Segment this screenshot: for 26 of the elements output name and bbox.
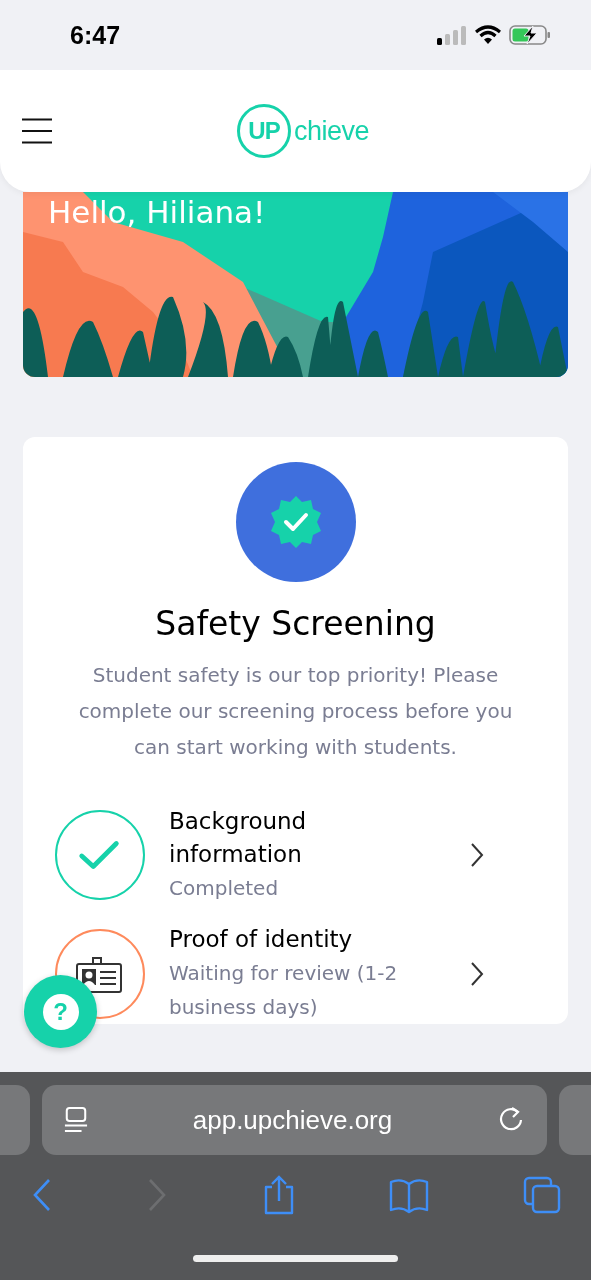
step-title: Proof of identity (169, 925, 354, 954)
check-circle-icon (55, 810, 145, 900)
step-status: Waiting for review (1-2 business days) (169, 960, 399, 1021)
status-time: 6:47 (70, 20, 121, 50)
address-bar[interactable]: app.upchieve.org (42, 1085, 547, 1155)
step-title: Background information (169, 807, 308, 869)
chevron-right-icon (470, 842, 484, 868)
card-title: Safety Screening (155, 604, 436, 643)
battery-icon (509, 25, 551, 45)
tabs-icon (522, 1176, 561, 1214)
bookmarks-button[interactable] (389, 1176, 429, 1214)
book-icon (389, 1176, 429, 1214)
tab-preview[interactable] (559, 1085, 591, 1155)
menu-icon (22, 118, 52, 144)
forward-icon (146, 1178, 168, 1212)
step-status: Completed (169, 875, 280, 902)
menu-button[interactable] (22, 118, 52, 144)
tab-preview[interactable] (0, 1085, 30, 1155)
forward-button[interactable] (146, 1178, 168, 1212)
card-description: Student safety is our top priority! Please complete our screening process before you can start working with students. (77, 662, 514, 761)
upchieve-logo[interactable]: UP chieve (237, 104, 370, 158)
reader-icon (64, 1106, 88, 1134)
tabs-button[interactable] (522, 1176, 561, 1214)
wifi-icon (475, 25, 501, 45)
chevron-right-icon (470, 960, 484, 987)
signal-icon (437, 25, 467, 45)
